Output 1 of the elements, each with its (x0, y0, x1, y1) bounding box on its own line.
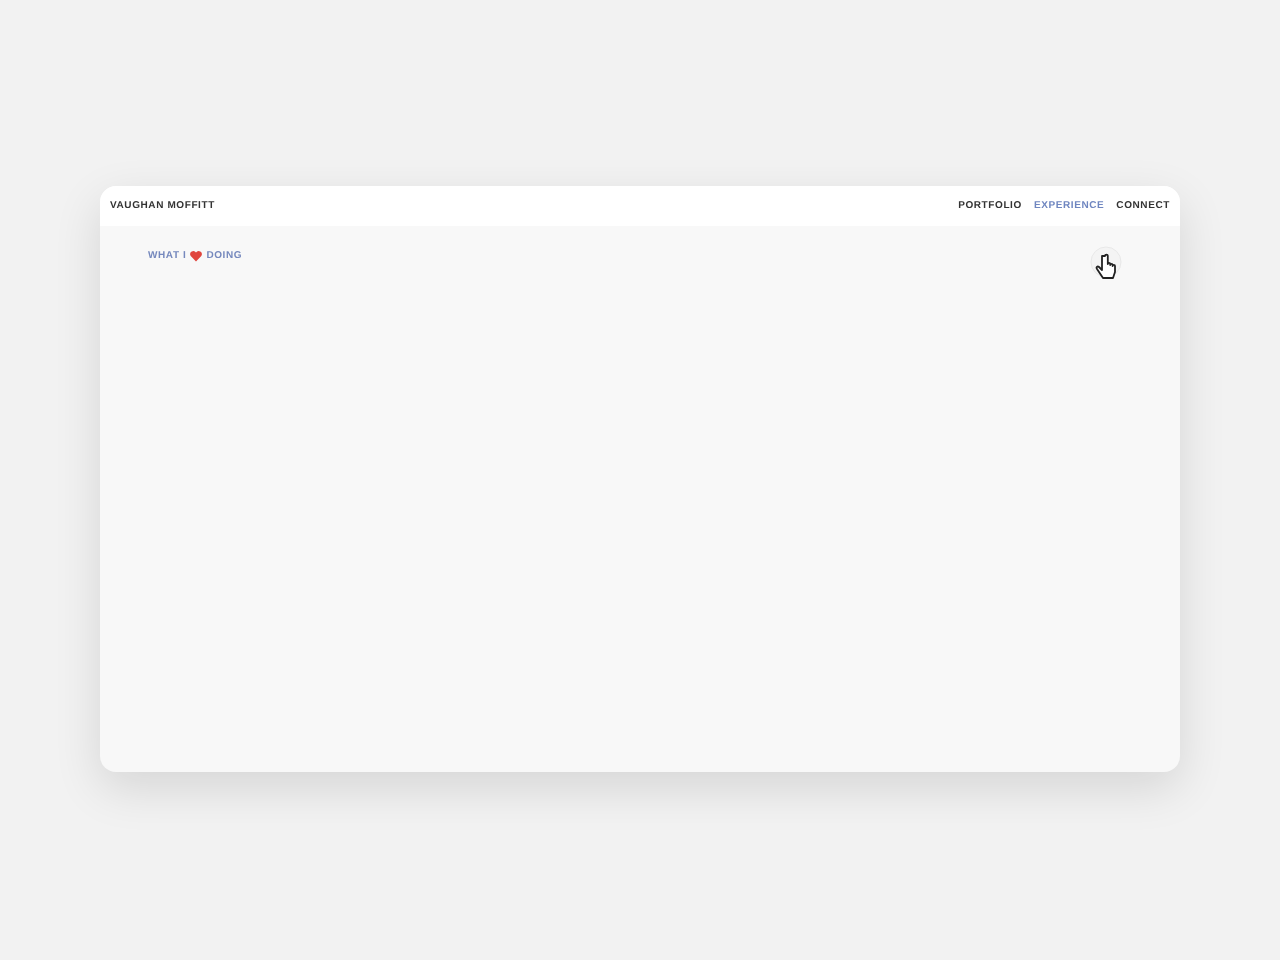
heart-icon (190, 250, 203, 262)
